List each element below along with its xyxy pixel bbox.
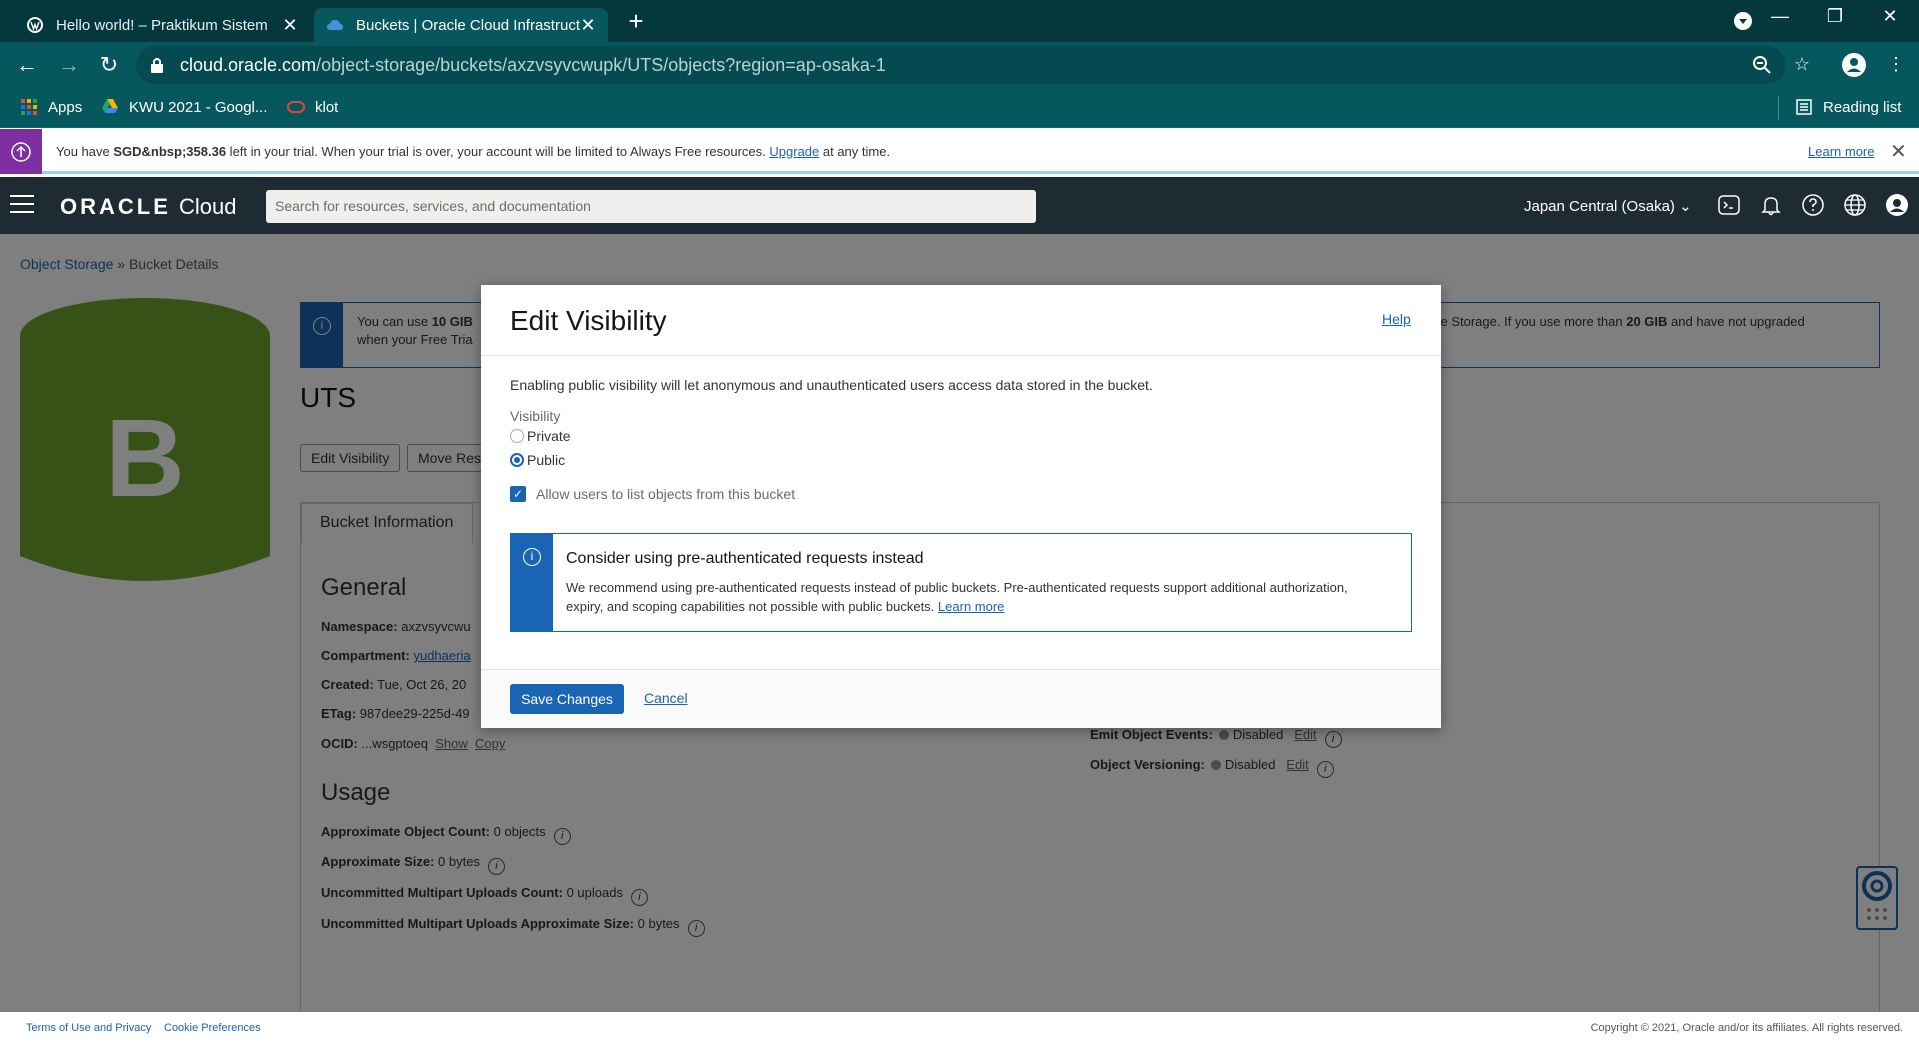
profile-icon[interactable] (1842, 53, 1866, 77)
help-icon[interactable] (1801, 193, 1825, 217)
browser-tab-oracle[interactable]: Buckets | Oracle Cloud Infrastruct ✕ (314, 8, 608, 42)
checkmark-icon[interactable]: ✓ (510, 486, 526, 502)
allow-list-objects-checkbox[interactable]: ✓ Allow users to list objects from this b… (510, 486, 795, 502)
info-icon: i (523, 548, 541, 566)
oracle-icon (287, 101, 305, 113)
radio-circle-selected[interactable] (510, 453, 524, 467)
pre-auth-note: i Consider using pre-authenticated reque… (510, 533, 1412, 632)
trial-learn-more-link[interactable]: Learn more (1808, 144, 1874, 159)
address-bar[interactable]: cloud.oracle.com/object-storage/buckets/… (136, 46, 1786, 84)
reading-list-icon (1796, 99, 1812, 115)
reload-icon[interactable]: ↻ (96, 52, 122, 78)
browser-tab-strip: Hello world! – Praktikum Sistem ✕ Bucket… (0, 0, 1919, 42)
radio-circle[interactable] (510, 429, 524, 443)
page-footer: Terms of Use and Privacy Cookie Preferen… (0, 1012, 1919, 1042)
apps-grid-icon (21, 99, 37, 115)
bell-icon[interactable] (1759, 193, 1783, 217)
search-input[interactable]: Search for resources, services, and docu… (266, 190, 1036, 223)
visibility-label: Visibility (510, 408, 561, 424)
dialog-title: Edit Visibility (510, 305, 667, 336)
reading-list-label: Reading list (1823, 98, 1902, 116)
zoom-icon[interactable] (1751, 54, 1773, 76)
google-drive-icon (102, 99, 118, 113)
dialog-footer (481, 670, 1441, 728)
chevron-down-icon: ⌄ (1679, 198, 1692, 215)
window-close-icon[interactable]: ✕ (1875, 6, 1905, 27)
bookmark-klot[interactable]: klot (287, 98, 338, 116)
console-header: ORACLE Cloud Search for resources, servi… (0, 177, 1919, 234)
globe-icon[interactable] (1843, 193, 1867, 217)
cancel-button[interactable]: Cancel (644, 690, 688, 706)
browser-toolbar: ← → ↻ cloud.oracle.com/object-storage/bu… (0, 42, 1919, 88)
user-avatar-icon[interactable] (1885, 193, 1909, 217)
browser-tab-wordpress[interactable]: Hello world! – Praktikum Sistem ✕ (14, 8, 310, 42)
cloud-shell-icon[interactable] (1717, 193, 1741, 217)
lock-icon (151, 58, 163, 73)
radio-private[interactable]: Private (510, 428, 571, 444)
dialog-description: Enabling public visibility will let anon… (510, 377, 1153, 393)
dialog-help-link[interactable]: Help (1382, 311, 1411, 327)
edit-visibility-dialog: Edit Visibility Help Enabling public vis… (481, 285, 1441, 728)
new-tab-button[interactable]: + (623, 6, 649, 37)
hamburger-menu-icon[interactable] (10, 195, 34, 213)
bookmark-apps[interactable]: Apps (20, 98, 82, 116)
note-body: We recommend using pre-authenticated req… (566, 580, 1348, 614)
upgrade-arrow-icon (11, 141, 31, 162)
upgrade-icon-box (0, 129, 42, 174)
note-learn-more-link[interactable]: Learn more (938, 599, 1004, 614)
tab-search-icon[interactable] (1733, 11, 1753, 31)
reading-list-button[interactable]: Reading list (1795, 98, 1901, 116)
bookmark-label: Apps (48, 98, 83, 116)
bookmark-kwu[interactable]: KWU 2021 - Googl... (101, 98, 267, 116)
chrome-menu-icon[interactable]: ⋮ (1885, 54, 1907, 76)
tab-close-icon[interactable]: ✕ (580, 15, 596, 36)
wordpress-icon (27, 17, 43, 33)
back-icon[interactable]: ← (14, 52, 40, 78)
divider (481, 355, 1441, 356)
bookmark-star-icon[interactable]: ☆ (1791, 54, 1813, 76)
trial-banner: You have SGD&nbsp;358.36 left in your tr… (0, 129, 1919, 174)
trial-amount: SGD&nbsp;358.36 (113, 144, 227, 159)
bookmarks-divider (1778, 96, 1779, 120)
save-changes-button[interactable]: Save Changes (510, 684, 624, 714)
tab-title: Buckets | Oracle Cloud Infrastruct (356, 16, 580, 34)
cloud-icon (327, 20, 343, 30)
bookmark-label: klot (315, 98, 339, 116)
tab-title: Hello world! – Praktikum Sistem (56, 16, 268, 34)
note-title: Consider using pre-authenticated request… (566, 550, 924, 567)
bookmarks-bar: Apps KWU 2021 - Googl... klot Reading li… (0, 88, 1919, 128)
tab-close-icon[interactable]: ✕ (282, 15, 298, 36)
terms-link[interactable]: Terms of Use and Privacy (26, 1022, 151, 1034)
bookmark-label: KWU 2021 - Googl... (129, 98, 268, 116)
trial-message: You have SGD&nbsp;358.36 left in your tr… (56, 144, 891, 159)
cookie-preferences-link[interactable]: Cookie Preferences (164, 1022, 261, 1034)
oracle-cloud-logo[interactable]: ORACLE Cloud (60, 194, 237, 220)
url-path: /object-storage/buckets/axzvsyvcwupk/UTS… (316, 54, 886, 75)
forward-icon[interactable]: → (56, 52, 82, 78)
close-icon[interactable]: ✕ (1890, 139, 1907, 164)
upgrade-link[interactable]: Upgrade (769, 144, 819, 159)
region-selector[interactable]: Japan Central (Osaka) ⌄ (1524, 197, 1692, 215)
minimize-icon[interactable]: — (1765, 6, 1795, 27)
copyright-text: Copyright © 2021, Oracle and/or its affi… (1590, 1022, 1903, 1034)
url-host: cloud.oracle.com (180, 54, 317, 75)
radio-public[interactable]: Public (510, 452, 565, 468)
restore-icon[interactable]: ❐ (1820, 6, 1850, 27)
